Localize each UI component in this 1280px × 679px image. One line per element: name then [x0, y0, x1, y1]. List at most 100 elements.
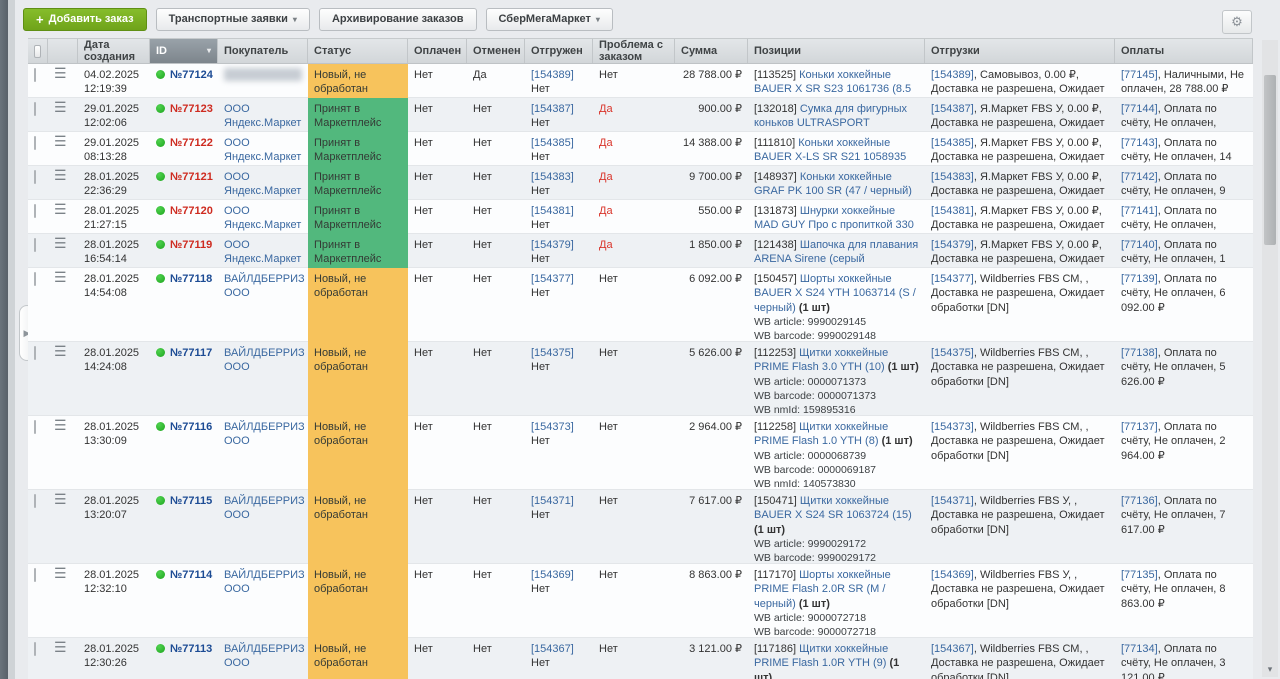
header-sum[interactable]: Сумма	[675, 39, 748, 63]
buyer-link[interactable]: ВАЙЛДБЕРРИЗ ООО	[218, 416, 308, 490]
shipment-id-link[interactable]: [154383]	[531, 171, 574, 183]
shipment-link[interactable]: [154381]	[931, 205, 974, 217]
row-checkbox[interactable]	[34, 238, 36, 252]
buyer-link[interactable]: ВАЙЛДБЕРРИЗ ООО	[218, 490, 308, 564]
row-checkbox[interactable]	[34, 102, 36, 116]
shipment-link[interactable]: [154385]	[931, 137, 974, 149]
add-order-button[interactable]: + Добавить заказ	[23, 8, 147, 31]
order-id-link[interactable]: №77116	[170, 420, 212, 434]
shipment-id-link[interactable]: [154375]	[531, 347, 574, 359]
shipment-id-link[interactable]: [154373]	[531, 421, 574, 433]
order-id-link[interactable]: №77114	[170, 568, 212, 582]
order-id-link[interactable]: №77117	[170, 346, 212, 360]
payment-link[interactable]: [77137]	[1121, 421, 1158, 433]
payment-link[interactable]: [77136]	[1121, 495, 1158, 507]
order-id-link[interactable]: №77113	[170, 642, 212, 656]
shipment-link[interactable]: [154375]	[931, 347, 974, 359]
select-all-checkbox[interactable]	[34, 45, 41, 58]
order-id-link[interactable]: №77122	[170, 136, 213, 150]
row-menu-icon[interactable]: ☰	[54, 99, 67, 115]
buyer-link[interactable]: ООО Яндекс.Маркет FBS	[218, 98, 308, 132]
payment-link[interactable]: [77144]	[1121, 103, 1158, 115]
header-date[interactable]: Дата создания	[78, 39, 150, 63]
shipment-link[interactable]: [154379]	[931, 239, 974, 251]
row-checkbox[interactable]	[34, 642, 36, 656]
order-id-link[interactable]: №77120	[170, 204, 213, 218]
shipment-link[interactable]: [154367]	[931, 643, 974, 655]
settings-button[interactable]: ⚙	[1222, 10, 1252, 34]
order-id-link[interactable]: №77123	[170, 102, 213, 116]
order-id-link[interactable]: №77118	[170, 272, 212, 286]
buyer-link[interactable]: ВАЙЛДБЕРРИЗ ООО	[218, 342, 308, 416]
row-checkbox[interactable]	[34, 494, 36, 508]
payment-link[interactable]: [77143]	[1121, 137, 1158, 149]
shipment-link[interactable]: [154389]	[931, 69, 974, 81]
shipment-link[interactable]: [154369]	[931, 569, 974, 581]
row-menu-icon[interactable]: ☰	[54, 491, 67, 507]
row-checkbox[interactable]	[34, 204, 36, 218]
order-id-link[interactable]: №77119	[170, 238, 212, 252]
buyer-link[interactable]: ВАЙЛДБЕРРИЗ ООО	[218, 268, 308, 342]
shipment-link[interactable]: [154377]	[931, 273, 974, 285]
header-shipments[interactable]: Отгрузки	[925, 39, 1115, 63]
shipment-link[interactable]: [154387]	[931, 103, 974, 115]
payment-link[interactable]: [77145]	[1121, 69, 1158, 81]
order-id-link[interactable]: №77121	[170, 170, 213, 184]
row-menu-icon[interactable]: ☰	[54, 201, 67, 217]
row-menu-icon[interactable]: ☰	[54, 343, 67, 359]
header-payments[interactable]: Оплаты	[1115, 39, 1253, 63]
payment-link[interactable]: [77135]	[1121, 569, 1158, 581]
row-checkbox[interactable]	[34, 420, 36, 434]
shipment-id-link[interactable]: [154367]	[531, 643, 574, 655]
shipment-id-link[interactable]: [154369]	[531, 569, 574, 581]
shipment-id-link[interactable]: [154389]	[531, 69, 574, 81]
payment-link[interactable]: [77139]	[1121, 273, 1158, 285]
payment-link[interactable]: [77140]	[1121, 239, 1158, 251]
shipment-id-link[interactable]: [154381]	[531, 205, 574, 217]
shipment-link[interactable]: [154383]	[931, 171, 974, 183]
header-status[interactable]: Статус	[308, 39, 408, 63]
row-checkbox[interactable]	[34, 346, 36, 360]
scrollbar-thumb[interactable]	[1264, 75, 1276, 245]
buyer-link[interactable]: ООО Яндекс.Маркет FBS	[218, 166, 308, 200]
shipment-id-link[interactable]: [154377]	[531, 273, 574, 285]
shipment-link[interactable]: [154373]	[931, 421, 974, 433]
payment-link[interactable]: [77134]	[1121, 643, 1158, 655]
payment-link[interactable]: [77142]	[1121, 171, 1158, 183]
row-menu-icon[interactable]: ☰	[54, 417, 67, 433]
header-buyer[interactable]: Покупатель	[218, 39, 308, 63]
shipment-id-link[interactable]: [154387]	[531, 103, 574, 115]
buyer-link[interactable]: ООО Яндекс.Маркет FBS	[218, 234, 308, 268]
shipment-id-link[interactable]: [154371]	[531, 495, 574, 507]
vertical-scrollbar[interactable]: ▾	[1262, 40, 1278, 677]
header-shipped[interactable]: Отгружен	[525, 39, 593, 63]
row-checkbox[interactable]	[34, 136, 36, 150]
shipment-id-link[interactable]: [154385]	[531, 137, 574, 149]
archive-orders-button[interactable]: Архивирование заказов	[319, 8, 477, 31]
buyer-link[interactable]: ООО Яндекс.Маркет FBS	[218, 200, 308, 234]
header-id-sorted[interactable]: ID ▾	[150, 39, 218, 63]
sbermegamarket-button[interactable]: СберМегаМаркет ▾	[486, 8, 613, 31]
payment-link[interactable]: [77138]	[1121, 347, 1158, 359]
buyer-link[interactable]	[218, 64, 308, 98]
row-menu-icon[interactable]: ☰	[54, 133, 67, 149]
header-positions[interactable]: Позиции	[748, 39, 925, 63]
buyer-link[interactable]: ВАЙЛДБЕРРИЗ ООО	[218, 564, 308, 638]
header-problem[interactable]: Проблема с заказом	[593, 39, 675, 63]
row-menu-icon[interactable]: ☰	[54, 235, 67, 251]
shipment-link[interactable]: [154371]	[931, 495, 974, 507]
row-checkbox[interactable]	[34, 568, 36, 582]
buyer-link[interactable]: ВАЙЛДБЕРРИЗ ООО	[218, 638, 308, 679]
row-menu-icon[interactable]: ☰	[54, 565, 67, 581]
shipment-id-link[interactable]: [154379]	[531, 239, 574, 251]
payment-link[interactable]: [77141]	[1121, 205, 1158, 217]
scrollbar-down-arrow[interactable]: ▾	[1262, 664, 1278, 675]
order-id-link[interactable]: №77124	[170, 68, 213, 82]
row-menu-icon[interactable]: ☰	[54, 639, 67, 655]
row-menu-icon[interactable]: ☰	[54, 167, 67, 183]
header-cancelled[interactable]: Отменен	[467, 39, 525, 63]
order-id-link[interactable]: №77115	[170, 494, 212, 508]
header-paid[interactable]: Оплачен	[408, 39, 467, 63]
row-menu-icon[interactable]: ☰	[54, 65, 67, 81]
row-menu-icon[interactable]: ☰	[54, 269, 67, 285]
